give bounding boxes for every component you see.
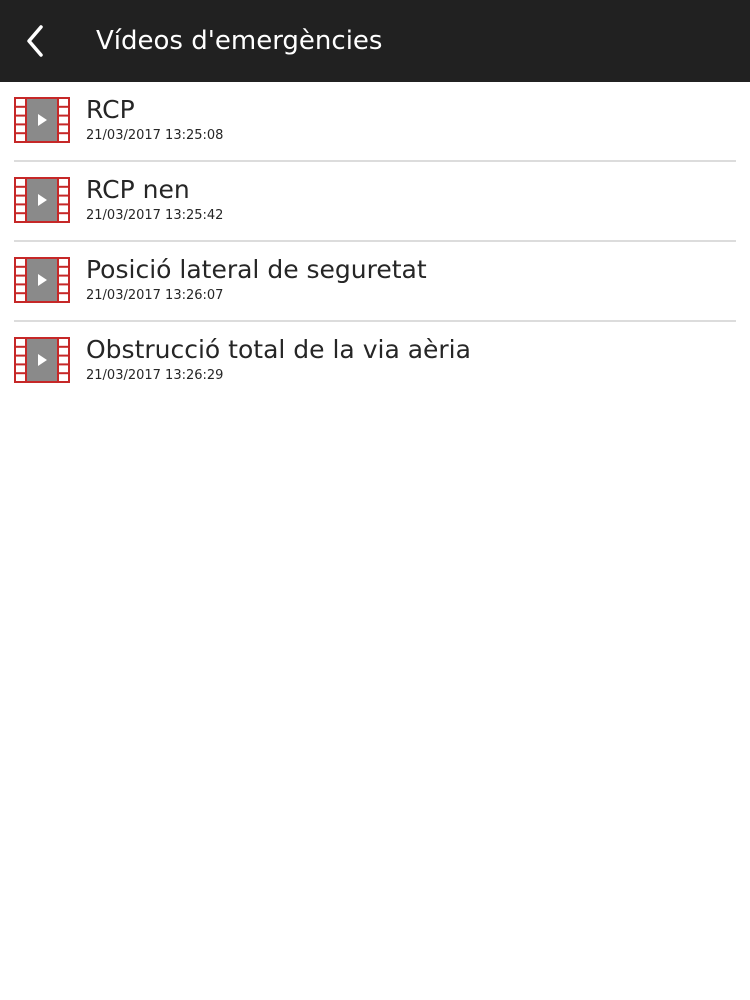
film-video-icon <box>14 337 70 383</box>
video-date: 21/03/2017 13:25:08 <box>86 128 224 143</box>
list-item-video-posicio-lateral[interactable]: Posició lateral de seguretat 21/03/2017 … <box>0 242 750 322</box>
list-item-video-rcp[interactable]: RCP 21/03/2017 13:25:08 <box>0 82 750 162</box>
film-video-icon <box>14 97 70 143</box>
app-header: Vídeos d'emergències <box>0 0 750 82</box>
list-item-video-rcp-nen[interactable]: RCP nen 21/03/2017 13:25:42 <box>0 162 750 242</box>
page-title: Vídeos d'emergències <box>96 26 383 56</box>
list-item-video-obstruccio[interactable]: Obstrucció total de la via aèria 21/03/2… <box>0 322 750 402</box>
video-list: RCP 21/03/2017 13:25:08 RCP nen 21/03/20… <box>0 82 750 402</box>
video-title: Obstrucció total de la via aèria <box>86 335 471 364</box>
video-title: Posició lateral de seguretat <box>86 255 427 284</box>
video-title: RCP <box>86 95 135 124</box>
chevron-left-icon <box>27 25 43 57</box>
video-date: 21/03/2017 13:25:42 <box>86 208 224 223</box>
film-video-icon <box>14 177 70 223</box>
back-button[interactable] <box>14 17 58 65</box>
film-video-icon <box>14 257 70 303</box>
video-date: 21/03/2017 13:26:29 <box>86 368 224 383</box>
video-title: RCP nen <box>86 175 190 204</box>
video-date: 21/03/2017 13:26:07 <box>86 288 224 303</box>
